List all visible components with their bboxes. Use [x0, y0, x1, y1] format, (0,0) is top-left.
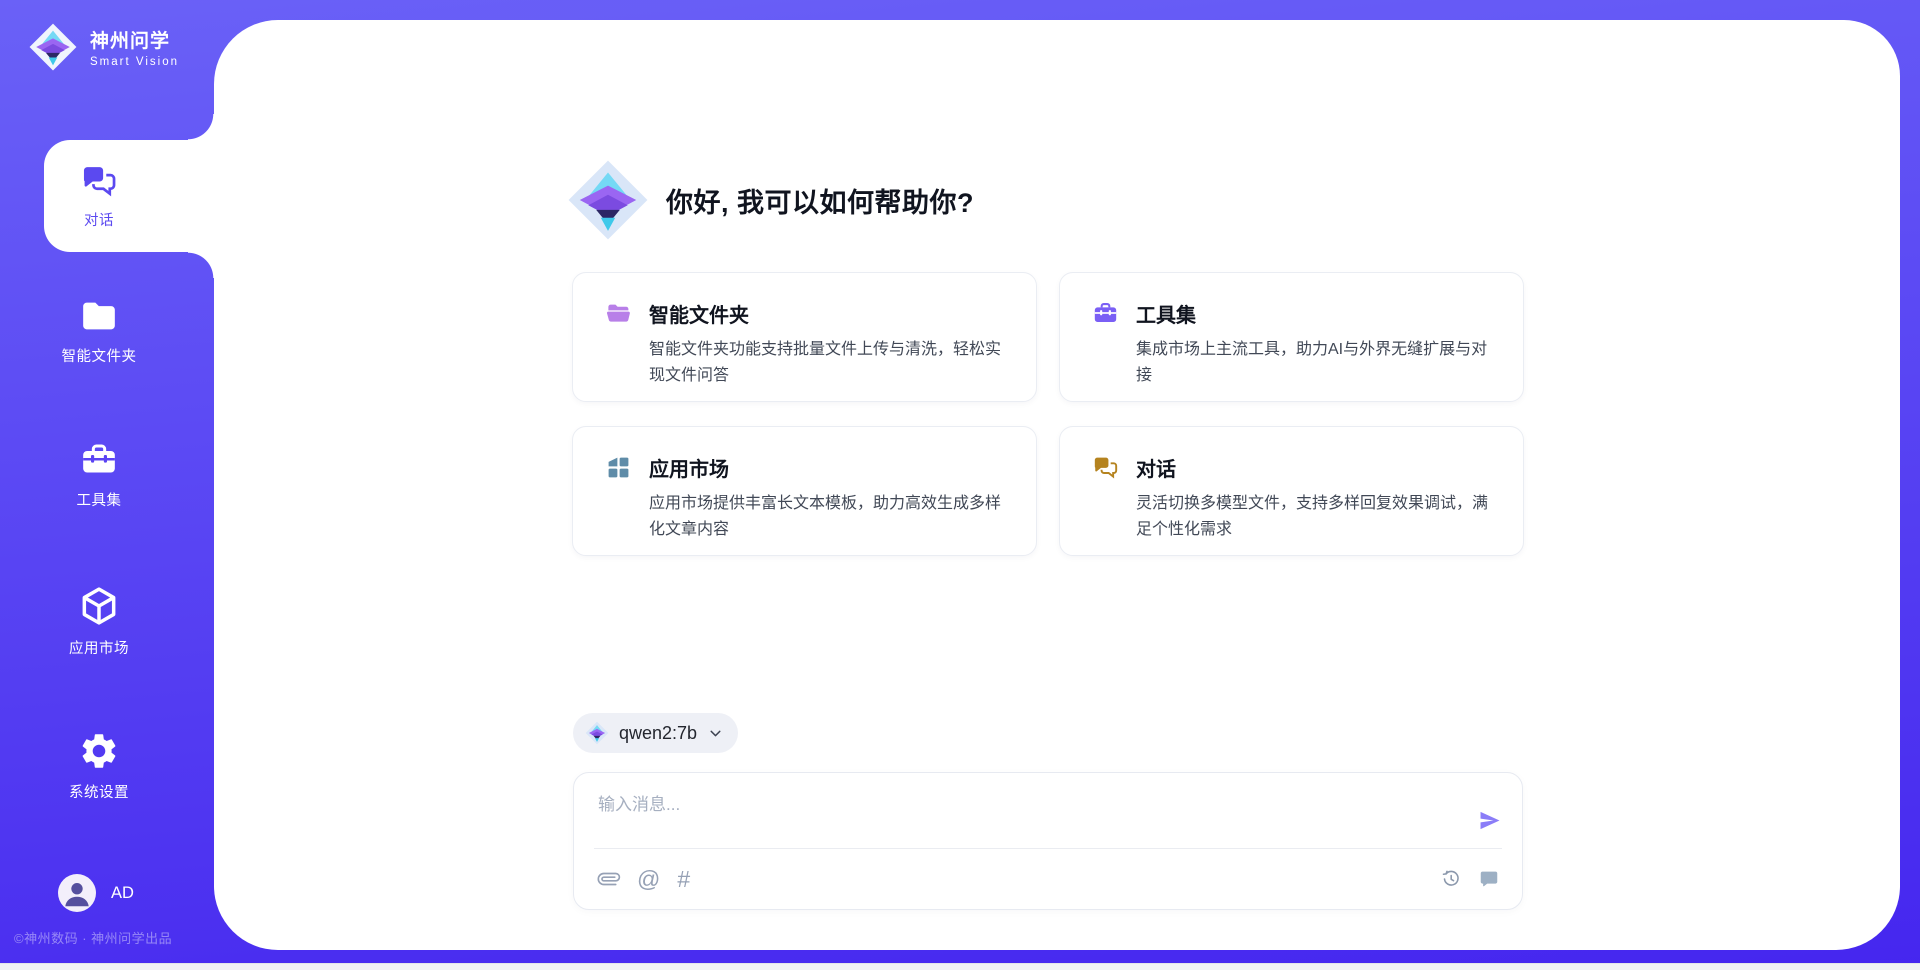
model-logo-icon [585, 721, 609, 745]
feature-cards: 智能文件夹 智能文件夹功能支持批量文件上传与清洗，轻松实现文件问答 工具集 集成… [572, 272, 1524, 556]
brand-name: 神州问学 [90, 26, 179, 53]
user-profile[interactable]: AD [58, 874, 134, 912]
brand-subtitle: Smart Vision [90, 56, 179, 68]
feature-card-smart-folder[interactable]: 智能文件夹 智能文件夹功能支持批量文件上传与清洗，轻松实现文件问答 [572, 272, 1037, 402]
card-description: 灵活切换多模型文件，支持多样回复效果调试，满足个性化需求 [1136, 491, 1497, 543]
sidebar-item-settings[interactable]: 系统设置 [0, 730, 198, 802]
avatar [58, 874, 96, 912]
card-title: 工具集 [1136, 299, 1497, 328]
greeting-title: 你好, 我可以如何帮助你? [666, 181, 974, 220]
chat-bubble-icon [1478, 868, 1500, 890]
briefcase-icon [1092, 300, 1119, 327]
model-name: qwen2:7b [619, 723, 697, 744]
brand-logo-icon [28, 22, 78, 72]
briefcase-icon [79, 440, 119, 480]
chat-bubbles-icon [80, 162, 118, 200]
cube-icon [77, 584, 121, 628]
feature-card-app-market[interactable]: 应用市场 应用市场提供丰富长文本模板，助力高效生成多样化文章内容 [572, 426, 1037, 556]
copyright: ©神州数码 · 神州问学出品 [14, 928, 224, 947]
topic-button[interactable]: # [677, 868, 690, 891]
brand: 神州问学 Smart Vision [28, 22, 179, 72]
chat-bubbles-icon [1092, 454, 1119, 481]
chevron-down-icon [707, 725, 724, 742]
card-description: 智能文件夹功能支持批量文件上传与清洗，轻松实现文件问答 [649, 337, 1010, 389]
sidebar-item-label: 应用市场 [69, 637, 129, 658]
main-panel: 你好, 我可以如何帮助你? 智能文件夹 智能文件夹功能支持批量文件上传与清洗，轻… [214, 20, 1900, 950]
sidebar-item-toolset[interactable]: 工具集 [0, 440, 198, 510]
horizontal-scrollbar[interactable] [0, 963, 1920, 970]
mention-button[interactable]: @ [637, 868, 660, 891]
greeting: 你好, 我可以如何帮助你? [566, 158, 974, 242]
feature-card-chat[interactable]: 对话 灵活切换多模型文件，支持多样回复效果调试，满足个性化需求 [1059, 426, 1524, 556]
sidebar-item-label: 对话 [84, 209, 114, 230]
assistant-logo-icon [566, 158, 650, 242]
folder-open-icon [605, 300, 632, 327]
feedback-button[interactable] [1478, 868, 1500, 890]
history-button[interactable] [1440, 868, 1462, 890]
gear-icon [78, 730, 120, 772]
model-selector[interactable]: qwen2:7b [573, 713, 738, 753]
sidebar-item-label: 智能文件夹 [62, 345, 137, 366]
card-title: 智能文件夹 [649, 299, 1010, 328]
card-title: 对话 [1136, 453, 1497, 482]
hash-icon: # [677, 868, 690, 891]
history-icon [1440, 868, 1462, 890]
paperclip-icon [593, 863, 624, 894]
app-window: 神州问学 Smart Vision 对话 智能文件夹 工具集 应用市场 系统设置 [0, 0, 1920, 970]
card-description: 应用市场提供丰富长文本模板，助力高效生成多样化文章内容 [649, 491, 1010, 543]
folder-icon [79, 296, 119, 336]
feature-card-toolset[interactable]: 工具集 集成市场上主流工具，助力AI与外界无缝扩展与对接 [1059, 272, 1524, 402]
send-button[interactable] [1477, 793, 1502, 848]
user-name: AD [111, 884, 134, 903]
send-icon [1477, 808, 1502, 833]
message-composer: @ # [573, 772, 1523, 910]
card-title: 应用市场 [649, 453, 1010, 482]
sidebar-item-label: 系统设置 [69, 781, 129, 802]
sidebar-item-smart-folder[interactable]: 智能文件夹 [0, 296, 198, 366]
sidebar-item-label: 工具集 [77, 489, 122, 510]
grid-icon [605, 454, 632, 481]
message-input[interactable] [598, 790, 1465, 838]
at-icon: @ [637, 868, 660, 891]
sidebar-item-chat[interactable]: 对话 [0, 162, 198, 230]
attach-file-button[interactable] [598, 868, 620, 890]
card-description: 集成市场上主流工具，助力AI与外界无缝扩展与对接 [1136, 337, 1497, 389]
sidebar-item-app-market[interactable]: 应用市场 [0, 584, 198, 658]
